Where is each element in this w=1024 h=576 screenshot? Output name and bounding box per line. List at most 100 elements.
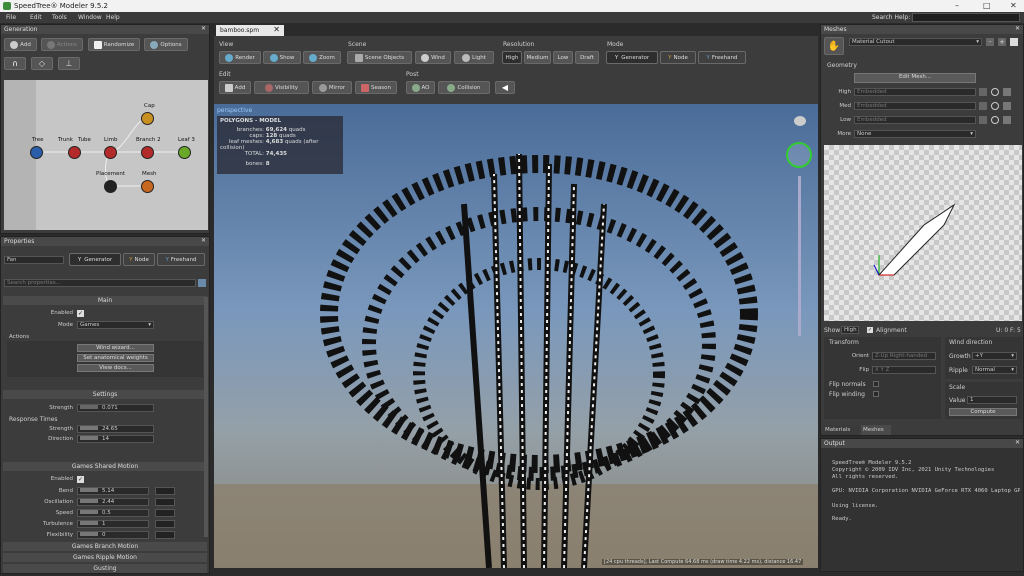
low-clear-icon[interactable] [1003, 116, 1011, 124]
mode-node-button[interactable]: Y Node [660, 51, 696, 64]
search-clear-icon[interactable] [198, 279, 206, 287]
high-browse-icon[interactable] [979, 88, 987, 96]
node-tab[interactable]: Y Node [123, 253, 155, 266]
options-button[interactable]: Options [144, 38, 188, 51]
orient-select[interactable]: Z-Up Right-handed [872, 352, 936, 360]
mode-generator-button[interactable]: Y Generator [606, 51, 658, 64]
mirror-button[interactable]: Mirror [312, 81, 352, 94]
shared-enabled-checkbox[interactable]: ✓ [77, 476, 84, 483]
flexibility-field[interactable]: 0 [77, 531, 149, 539]
scene-objects-button[interactable]: Scene Objects [347, 51, 412, 64]
flip-winding-checkbox[interactable] [873, 391, 879, 397]
high-button[interactable]: High [502, 51, 522, 64]
enabled-checkbox[interactable]: ✓ [77, 310, 84, 317]
mode-select[interactable]: Games ▾ [77, 321, 154, 329]
speed-curve[interactable] [155, 509, 175, 517]
response-strength-field[interactable]: 24.65 [77, 425, 154, 433]
bend-curve[interactable] [155, 487, 175, 495]
zoom-button[interactable]: Zoom [303, 51, 341, 64]
node-cap[interactable] [141, 112, 154, 125]
section-settings[interactable]: Settings [3, 390, 207, 399]
document-tab[interactable]: bamboo.spm ✕ [216, 25, 284, 36]
show-select[interactable]: High [841, 326, 859, 334]
menu-tools[interactable]: Tools [52, 14, 67, 21]
wind-wizard-button[interactable]: Wind wizard... [77, 344, 154, 352]
generator-tab[interactable]: Y Generator [69, 253, 121, 266]
hand-tool-button[interactable]: ✋ [824, 37, 844, 55]
node-graph[interactable]: Tree Trunk Tube Limb Branch 2 Leaf 3 Cap… [4, 80, 208, 230]
med-browse-icon[interactable] [979, 102, 987, 110]
close-icon[interactable]: ✕ [1015, 25, 1020, 32]
section-branch-motion[interactable]: Games Branch Motion [3, 542, 207, 551]
med-clear-icon[interactable] [1003, 102, 1011, 110]
close-icon[interactable]: ✕ [273, 25, 280, 34]
edit-mesh-button[interactable]: Edit Mesh... [854, 73, 976, 83]
menu-edit[interactable]: Edit [30, 14, 42, 21]
magnet-button[interactable]: ∩ [4, 57, 26, 70]
mesh-preview[interactable] [824, 145, 1022, 321]
close-icon[interactable]: ✕ [201, 25, 206, 32]
light-button[interactable]: Light [454, 51, 494, 64]
copy-mesh-icon[interactable] [1010, 38, 1018, 46]
draft-button[interactable]: Draft [575, 51, 599, 64]
low-browse-icon[interactable] [979, 116, 987, 124]
material-select[interactable]: Material Cutout ▾ [849, 38, 982, 46]
section-shared-motion[interactable]: Games Shared Motion [3, 462, 207, 471]
render-button[interactable]: Render [219, 51, 261, 64]
node-branch[interactable] [141, 146, 154, 159]
node-placement[interactable] [104, 180, 117, 193]
zoom-slider[interactable] [798, 176, 801, 336]
section-gusting[interactable]: Gusting [3, 564, 207, 573]
compute-button[interactable]: Compute [949, 408, 1017, 416]
low-refresh-icon[interactable] [991, 116, 999, 124]
actions-button[interactable]: Actions [41, 38, 83, 51]
ripple-select[interactable]: Normal ▾ [972, 366, 1017, 374]
visibility-button[interactable]: Visibility [254, 81, 309, 94]
node-leaf[interactable] [178, 146, 191, 159]
tree-tool-button[interactable]: ⊥ [58, 57, 80, 70]
close-icon[interactable]: ✕ [1015, 439, 1020, 446]
section-ripple-motion[interactable]: Games Ripple Motion [3, 553, 207, 562]
search-properties-input[interactable]: Search properties... [4, 279, 196, 287]
maximize-button[interactable]: □ [983, 1, 991, 10]
strength-field[interactable]: 0.071 [77, 404, 154, 412]
back-button[interactable]: ◀ [495, 81, 515, 94]
search-help-input[interactable] [912, 13, 1020, 22]
oscillation-field[interactable]: 2.44 [77, 498, 149, 506]
more-select[interactable]: None ▾ [854, 130, 976, 138]
turbulence-curve[interactable] [155, 520, 175, 528]
high-clear-icon[interactable] [1003, 88, 1011, 96]
add-button[interactable]: Add [4, 38, 37, 51]
node-trunk[interactable] [68, 146, 81, 159]
eraser-button[interactable]: ◇ [31, 57, 53, 70]
bend-field[interactable]: 5.14 [77, 487, 149, 495]
medium-button[interactable]: Medium [524, 51, 551, 64]
close-icon[interactable]: ✕ [201, 237, 206, 244]
mode-freehand-button[interactable]: Y Freehand [698, 51, 746, 64]
viewport[interactable]: perspective POLYGONS - MODEL branches: 6… [214, 104, 818, 568]
section-main[interactable]: Main [3, 296, 207, 305]
node-limb[interactable] [104, 146, 117, 159]
edit-add-button[interactable]: Add [219, 81, 251, 94]
remove-mesh-icon[interactable]: – [986, 38, 994, 46]
menu-window[interactable]: Window [78, 14, 102, 21]
scale-value-field[interactable]: 1 [967, 396, 1017, 404]
menu-help[interactable]: Help [106, 14, 120, 21]
season-button[interactable]: Season [355, 81, 397, 94]
high-lod-field[interactable]: Embedded [854, 88, 976, 96]
close-button[interactable]: ✕ [1010, 1, 1017, 10]
randomize-button[interactable]: Randomize [88, 38, 140, 51]
med-refresh-icon[interactable] [991, 102, 999, 110]
show-button[interactable]: Show [263, 51, 301, 64]
low-button[interactable]: Low [553, 51, 573, 64]
ao-button[interactable]: AO [406, 81, 435, 94]
alignment-checkbox[interactable]: ✓ [867, 327, 873, 333]
node-tree[interactable] [30, 146, 43, 159]
low-lod-field[interactable]: Embedded [854, 116, 976, 124]
speed-field[interactable]: 0.5 [77, 509, 149, 517]
oscillation-curve[interactable] [155, 498, 175, 506]
med-lod-field[interactable]: Embedded [854, 102, 976, 110]
node-name-field[interactable]: Fan [4, 256, 64, 264]
meshes-tab[interactable]: Meshes [861, 425, 891, 435]
turbulence-field[interactable]: 1 [77, 520, 149, 528]
